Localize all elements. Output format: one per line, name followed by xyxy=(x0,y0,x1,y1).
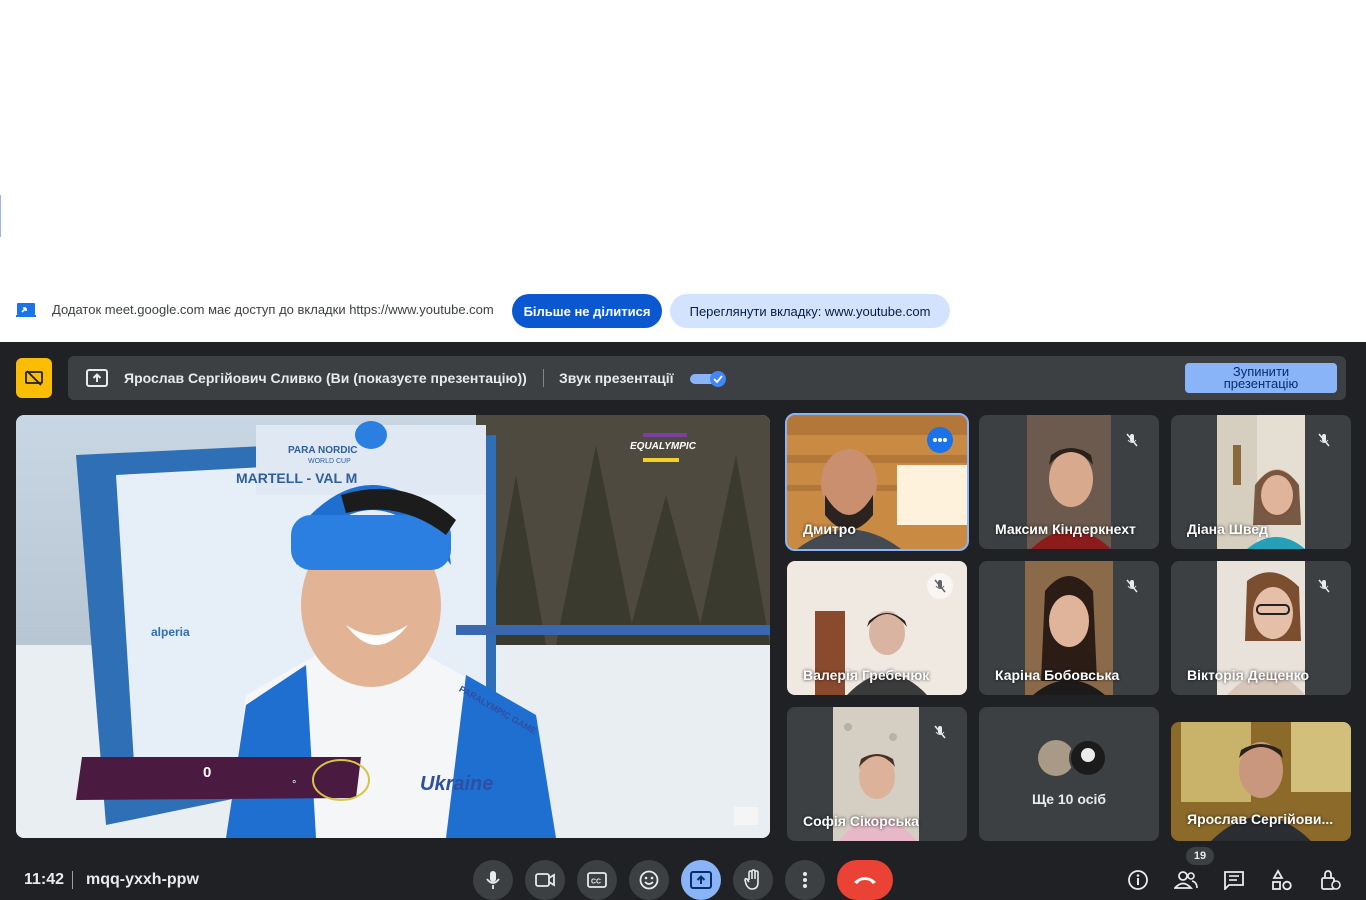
reactions-button[interactable] xyxy=(629,860,669,900)
people-button[interactable] xyxy=(1173,868,1199,892)
activities-icon xyxy=(1272,869,1292,891)
people-count-badge: 19 xyxy=(1186,847,1214,865)
stop-label-line2: презентацію xyxy=(1223,376,1299,391)
participant-name: Ярослав Сергійови... xyxy=(1187,811,1334,827)
svg-text:CC: CC xyxy=(591,879,601,886)
mic-off-indicator xyxy=(1119,427,1145,453)
host-controls-icon xyxy=(1321,870,1341,890)
sharing-notice-text: Додаток meet.google.com має доступ до вк… xyxy=(52,302,494,317)
brand-logo: EQUALYMPIC xyxy=(630,441,696,452)
participant-tile[interactable]: Діана Швед xyxy=(1171,415,1351,549)
stop-presenting-button[interactable]: Зупинити презентацію xyxy=(1185,363,1337,393)
presented-video[interactable]: EQUALYMPIC PARA NORDIC WORLD CUP MARTELL… xyxy=(16,415,770,838)
end-call-icon xyxy=(854,877,876,884)
participant-avatars xyxy=(1038,739,1107,777)
mic-off-icon xyxy=(934,725,946,739)
share-tab-icon xyxy=(16,303,36,317)
participant-tile[interactable]: Вікторія Дещенко xyxy=(1171,561,1351,695)
divider xyxy=(72,871,73,889)
backdrop-text-2: WORLD CUP xyxy=(308,458,351,465)
info-icon xyxy=(1128,870,1148,890)
participant-tile[interactable]: Каріна Бобовська xyxy=(979,561,1159,695)
stop-sharing-button[interactable]: Більше не ділитися xyxy=(512,294,662,328)
presentation-indicator[interactable] xyxy=(16,358,52,398)
participant-name: Вікторія Дещенко xyxy=(1187,667,1310,683)
present-button[interactable] xyxy=(681,860,721,900)
mic-off-indicator xyxy=(1311,427,1337,453)
presentation-icon xyxy=(86,369,108,387)
jacket-text: Ukraine xyxy=(420,773,494,795)
mic-off-icon xyxy=(934,579,946,593)
camera-button[interactable] xyxy=(525,860,565,900)
participant-name: Дмитро xyxy=(803,521,856,537)
brand-bar-yellow xyxy=(643,458,679,462)
sponsor-text: alperia xyxy=(151,625,190,639)
host-controls-button[interactable] xyxy=(1317,868,1343,892)
view-tab-button[interactable]: Переглянути вкладку: www.youtube.com xyxy=(670,294,950,328)
present-icon xyxy=(690,871,712,889)
page-blank-area xyxy=(0,0,1366,290)
divider xyxy=(543,369,544,387)
mic-off-icon xyxy=(1126,579,1138,593)
people-icon xyxy=(1174,871,1198,889)
score-overlay-sub: ° xyxy=(292,779,297,791)
presenter-name: Ярослав Сергійович Сливко (Ви (показуєте… xyxy=(124,370,527,386)
emoji-icon xyxy=(639,870,659,890)
end-call-button[interactable] xyxy=(837,860,893,900)
brand-bar xyxy=(643,433,687,437)
more-participants-tile[interactable]: Ще 10 осіб xyxy=(979,707,1159,841)
more-options-button[interactable] xyxy=(785,860,825,900)
mic-off-icon xyxy=(1126,433,1138,447)
chat-icon xyxy=(1224,871,1244,890)
participant-name: Каріна Бобовська xyxy=(995,667,1120,683)
mic-icon xyxy=(486,871,500,889)
participant-name: Валерія Гребенюк xyxy=(803,667,930,683)
participant-name: Максим Кіндеркнехт xyxy=(995,521,1136,537)
presentation-off-icon xyxy=(25,370,43,386)
raise-hand-button[interactable] xyxy=(733,860,773,900)
mic-off-indicator xyxy=(927,719,953,745)
participant-name: Софія Сікорська xyxy=(803,813,919,829)
more-participants-label: Ще 10 осіб xyxy=(1031,791,1107,807)
more-options-icon xyxy=(803,872,807,888)
captions-icon: CC xyxy=(587,872,607,888)
chat-button[interactable] xyxy=(1221,868,1247,892)
score-overlay-value: 0 xyxy=(203,764,212,781)
more-options-icon xyxy=(933,438,947,442)
participant-tile[interactable]: Софія Сікорська xyxy=(787,707,967,841)
mic-off-icon xyxy=(1318,433,1330,447)
raise-hand-icon xyxy=(744,869,759,890)
meeting-code: mqq-yxxh-ppw xyxy=(86,871,199,888)
participant-tile[interactable]: Дмитро xyxy=(785,413,969,551)
meeting-time: 11:42 xyxy=(24,871,65,888)
backdrop-text-1: PARA NORDIC xyxy=(288,445,358,456)
presentation-sound-label: Звук презентації xyxy=(559,370,674,386)
captions-button[interactable]: CC xyxy=(577,860,617,900)
camera-icon xyxy=(535,873,555,887)
activities-button[interactable] xyxy=(1269,868,1295,892)
mic-button[interactable] xyxy=(473,860,513,900)
self-view-tile[interactable]: Ярослав Сергійови... xyxy=(1171,722,1351,841)
participant-tile[interactable]: Валерія Гребенюк xyxy=(787,561,967,695)
focus-indicator xyxy=(0,195,1,237)
meeting-info-button[interactable] xyxy=(1125,868,1151,892)
video-frame xyxy=(16,415,770,838)
stop-presenting-label: Зупинити презентацію xyxy=(1223,365,1299,391)
participant-name: Діана Швед xyxy=(1187,521,1268,537)
more-options-button[interactable] xyxy=(927,427,953,453)
mic-off-indicator xyxy=(1311,573,1337,599)
mic-off-indicator xyxy=(927,573,953,599)
participant-tile[interactable]: Максим Кіндеркнехт xyxy=(979,415,1159,549)
mic-off-icon xyxy=(1318,579,1330,593)
presentation-sound-toggle[interactable] xyxy=(690,371,728,387)
mic-off-indicator xyxy=(1119,573,1145,599)
backdrop-text-3: MARTELL - VAL M xyxy=(236,470,358,486)
